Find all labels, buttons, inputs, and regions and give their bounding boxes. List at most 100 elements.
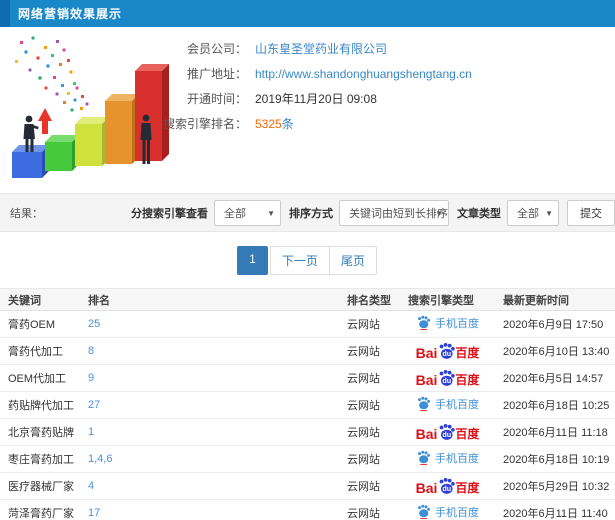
mobile-baidu-logo: 手机百度 [416,315,479,331]
mobile-baidu-label: 手机百度 [435,452,479,465]
keyword-cell: 膏药代加工 [0,337,80,365]
rank-type-cell: 云网站 [339,391,400,419]
rank-cell: 9 [80,364,339,392]
col-keyword: 关键词 [8,294,41,307]
keyword-cell: 医疗器械厂家 [0,472,80,500]
keyword-cell: 菏泽膏药厂家 [0,499,80,520]
page-number-1[interactable]: 1 [237,246,268,275]
pagination: 1 下一页 尾页 [0,246,615,275]
baidu-cn-text: 百度 [455,372,480,387]
baidu-logo: Bai du 百度 [415,477,480,496]
updated-cell: 2020年6月18日 10:25 [495,391,615,419]
result-label: 结果： [10,207,43,220]
rank-type-cell: 云网站 [339,337,400,365]
promo-url-label: 推广地址： [186,67,247,81]
baidu-paw-icon: du [440,342,456,359]
baidu-cn-text: 百度 [455,480,480,495]
last-page-button[interactable]: 尾页 [328,246,377,275]
rank-count-value: 5325 [255,116,282,131]
company-link[interactable]: 山东皇圣堂药业有限公司 [255,40,387,57]
rank-link[interactable]: 8 [88,345,94,357]
rank-link[interactable]: 25 [88,318,100,330]
rank-cell: 27 [80,391,339,419]
table-row: 菏泽膏药厂家 17 云网站 手机百度 2020年6月11日 11:40 [0,499,615,520]
page-header: 网络营销效果展示 [0,0,615,27]
mobile-baidu-label: 手机百度 [435,398,479,411]
up-arrow-icon [38,108,52,134]
rank-type-cell: 云网站 [339,310,400,338]
page: 网络营销效果展示 会员公司： 山东皇圣堂药业有限公司 推广地址： http://… [0,0,615,520]
search-engine-cell: 手机百度 [400,445,495,473]
bar-yellow [75,117,109,166]
col-updated: 最新更新时间 [503,294,569,307]
bar-orange [105,94,139,164]
rank-link[interactable]: 1 [88,426,94,438]
filter-controls: 分搜索引擎查看 全部 ▼ 排序方式 关键词由短到长排序 ▼ 文章类型 全部 ▼ … [123,199,615,226]
rank-link[interactable]: 17 [88,507,100,519]
rank-cell: 1 [80,418,339,446]
table-row: 北京膏药贴牌 1 云网站 Bai du 百度 2020年6月11日 11:18 [0,418,615,446]
engine-view-select[interactable]: 全部 ▼ [214,199,281,226]
table-row: OEM代加工 9 云网站 Bai du 百度 2020年6月5日 14:57 [0,364,615,392]
rank-link[interactable]: 4 [88,480,94,492]
baidu-paw-icon [418,505,430,520]
svg-text:du: du [443,349,452,358]
rank-link[interactable]: 27 [88,399,100,411]
keyword-cell: 北京膏药贴牌 [0,418,80,446]
baidu-logo: Bai du 百度 [415,342,480,361]
baidu-cn-text: 百度 [455,345,480,360]
updated-cell: 2020年5月29日 10:32 [495,472,615,500]
search-engine-cell: Bai du 百度 [400,337,495,365]
rank-type-cell: 云网站 [339,445,400,473]
next-page-button[interactable]: 下一页 [269,246,330,275]
mobile-baidu-logo: 手机百度 [416,450,479,466]
svg-text:du: du [443,376,452,385]
search-engine-cell: Bai du 百度 [400,418,495,446]
rank-type-cell: 云网站 [339,499,400,520]
mobile-baidu-logo: 手机百度 [416,504,479,520]
info-row-company: 会员公司： 山东皇圣堂药业有限公司 [155,36,472,61]
mobile-baidu-label: 手机百度 [435,506,479,519]
confetti-icons [15,36,89,112]
table-row: 膏药代加工 8 云网站 Bai du 百度 2020年6月10日 13:40 [0,337,615,365]
baidu-bai-text: Bai [415,425,438,442]
info-row-open-time: 开通时间： 2019年11月20日 09:08 [155,86,472,111]
baidu-bai-text: Bai [415,479,438,496]
rank-link[interactable]: 9 [88,372,94,384]
updated-cell: 2020年6月11日 11:18 [495,418,615,446]
rank-cell: 25 [80,310,339,338]
search-engine-cell: 手机百度 [400,499,495,520]
svg-text:du: du [443,484,452,493]
keyword-cell: 枣庄膏药加工 [0,445,80,473]
submit-button[interactable]: 提交 [567,199,615,226]
search-engine-cell: Bai du 百度 [400,364,495,392]
search-engine-cell: 手机百度 [400,391,495,419]
promo-url-link[interactable]: http://www.shandonghuangshengtang.cn [255,67,472,81]
updated-cell: 2020年6月18日 10:19 [495,445,615,473]
search-engine-cell: Bai du 百度 [400,472,495,500]
baidu-paw-icon [418,316,430,331]
search-engine-cell: 手机百度 [400,310,495,338]
info-row-rank-count: 搜索引擎排名： 5325 条 [155,111,472,136]
baidu-paw-icon: du [440,477,456,494]
rank-count-suffix: 条 [281,117,294,131]
updated-cell: 2020年6月9日 17:50 [495,310,615,338]
baidu-bai-text: Bai [415,344,438,361]
engine-view-selected: 全部 [224,207,246,220]
filter-bar: 结果： 分搜索引擎查看 全部 ▼ 排序方式 关键词由短到长排序 ▼ 文章类型 全… [0,193,615,232]
rank-cell: 4 [80,472,339,500]
info-section: 会员公司： 山东皇圣堂药业有限公司 推广地址： http://www.shand… [0,27,615,193]
keyword-cell: 膏药OEM [0,310,80,338]
rank-cell: 17 [80,499,339,520]
baidu-paw-icon [418,451,430,466]
rank-link[interactable]: 1,4,6 [88,453,112,465]
bar-green [45,135,79,171]
keyword-cell: 药贴牌代加工 [0,391,80,419]
open-time-value: 2019年11月20日 09:08 [255,92,377,106]
updated-cell: 2020年6月10日 13:40 [495,337,615,365]
sort-select[interactable]: 关键词由短到长排序 ▼ [339,199,449,226]
engine-view-label: 分搜索引擎查看 [131,207,208,220]
table-row: 膏药OEM 25 云网站 手机百度 2020年6月9日 17:50 [0,310,615,338]
article-type-select[interactable]: 全部 ▼ [507,199,559,226]
baidu-logo: Bai du 百度 [415,423,479,442]
